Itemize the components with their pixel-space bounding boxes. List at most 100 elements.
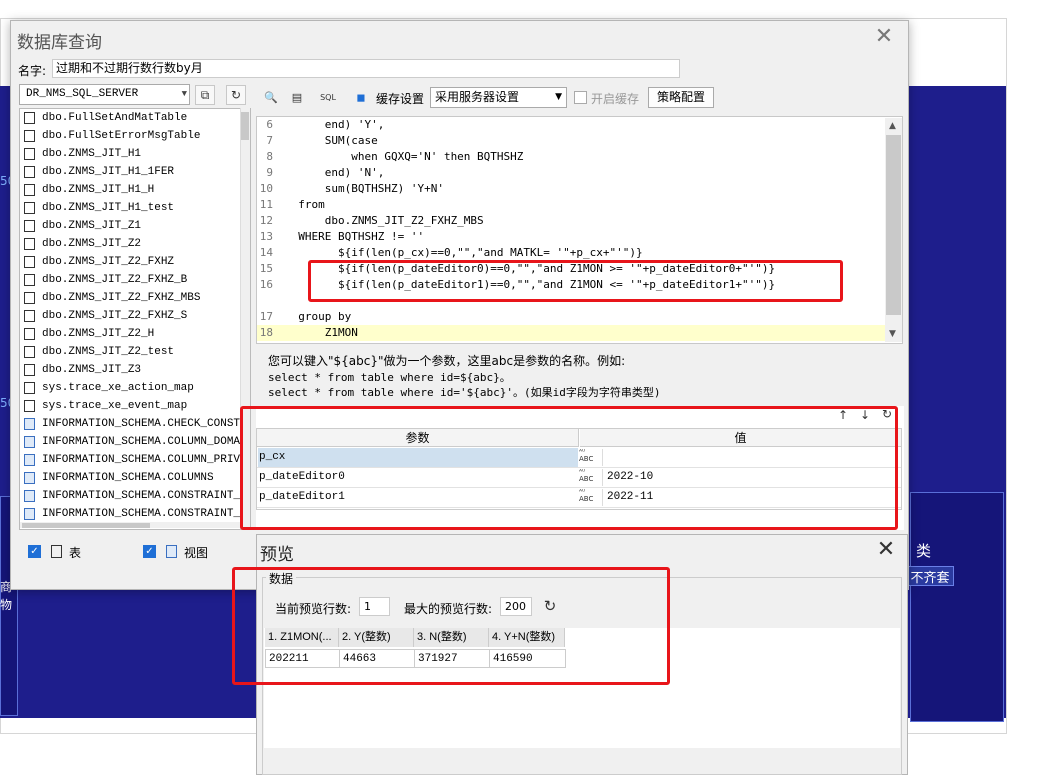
table-icon (51, 545, 62, 558)
list-item[interactable]: dbo.ZNMS_JIT_H1_H (20, 181, 240, 199)
code-text: from (285, 198, 325, 211)
code-line: 17 group by (257, 309, 887, 325)
line-number: 7 (266, 134, 273, 147)
table-icon (24, 274, 35, 286)
list-item[interactable]: sys.trace_xe_action_map (20, 379, 240, 397)
list-item-label: dbo.ZNMS_JIT_Z2_H (42, 328, 155, 340)
save-icon[interactable]: ▤ (289, 90, 305, 106)
show-views-label: 视图 (184, 546, 209, 560)
table-icon (24, 238, 35, 250)
line-number: 11 (259, 198, 273, 211)
code-text: ${if(len(p_cx)==0,"","and MATKL= '"+p_cx… (285, 246, 643, 259)
list-item[interactable]: INFORMATION_SCHEMA.CHECK_CONSTRAI (20, 415, 240, 433)
scrollbar-thumb[interactable] (241, 112, 249, 140)
scrollbar-thumb[interactable] (22, 523, 150, 528)
chevron-down-icon: ▼ (181, 89, 187, 99)
list-item[interactable]: dbo.ZNMS_JIT_H1 (20, 145, 240, 163)
table-icon (24, 184, 35, 196)
list-item[interactable]: dbo.ZNMS_JIT_Z2_H (20, 325, 240, 343)
database-select[interactable]: DR_NMS_SQL_SERVER ▼ (19, 84, 190, 105)
line-number: 6 (266, 118, 273, 131)
parameter-hint-example: select * from table where id='${abc}'。(如… (268, 386, 661, 399)
code-line: 8 when GQXQ='N' then BQTHSHZ (257, 149, 887, 165)
enable-cache-checkbox[interactable] (574, 91, 587, 104)
code-text: dbo.ZNMS_JIT_Z2_FXHZ_MBS (285, 214, 484, 227)
show-views-checkbox[interactable]: ✓ (143, 545, 156, 558)
view-icon (24, 454, 35, 466)
line-number: 17 (259, 310, 273, 323)
preview-icon[interactable]: 🔍 (263, 90, 279, 106)
list-item-label: INFORMATION_SCHEMA.CHECK_CONSTRAI (42, 418, 240, 430)
highlight-box (308, 260, 843, 302)
query-name-input[interactable]: 过期和不过期行数行数by月 (52, 59, 680, 78)
list-item[interactable]: sys.trace_xe_event_map (20, 397, 240, 415)
list-item-label: dbo.ZNMS_JIT_Z2_FXHZ_MBS (42, 292, 201, 304)
list-item[interactable]: INFORMATION_SCHEMA.COLUMNS (20, 469, 240, 487)
code-text: group by (285, 310, 352, 323)
dashboard-category-label: 类 (916, 542, 932, 560)
list-item[interactable]: dbo.ZNMS_JIT_Z2_test (20, 343, 240, 361)
dashboard-incomplete-button[interactable]: 不齐套 (906, 566, 954, 586)
dashboard-panel (910, 492, 1004, 722)
cache-settings-label: 缓存设置 (376, 92, 425, 106)
list-item-label: dbo.ZNMS_JIT_H1_1FER (42, 166, 175, 178)
show-tables-label: 表 (69, 546, 82, 560)
close-icon[interactable]: ✕ (874, 538, 898, 562)
view-icon (24, 508, 35, 520)
line-number: 13 (259, 230, 273, 243)
list-item-label: dbo.ZNMS_JIT_H1 (42, 148, 142, 160)
code-line: 12 dbo.ZNMS_JIT_Z2_FXHZ_MBS (257, 213, 887, 229)
list-item[interactable]: dbo.FullSetErrorMsgTable (20, 127, 240, 145)
enable-cache-label: 开启缓存 (591, 92, 640, 106)
show-tables-checkbox[interactable]: ✓ (28, 545, 41, 558)
scrollbar-thumb[interactable] (886, 135, 901, 315)
list-item-label: INFORMATION_SCHEMA.COLUMN_DOMAIN_ (42, 436, 240, 448)
table-icon (24, 220, 35, 232)
list-item[interactable]: dbo.ZNMS_JIT_Z2_FXHZ_B (20, 271, 240, 289)
highlight-box (240, 406, 898, 530)
list-item[interactable]: INFORMATION_SCHEMA.COLUMN_PRIVILE (20, 451, 240, 469)
list-item-label: dbo.FullSetErrorMsgTable (42, 130, 201, 142)
list-item[interactable]: dbo.ZNMS_JIT_Z1 (20, 217, 240, 235)
code-line: 11 from (257, 197, 887, 213)
list-item[interactable]: INFORMATION_SCHEMA.COLUMN_DOMAIN_ (20, 433, 240, 451)
list-item[interactable]: dbo.ZNMS_JIT_Z2_FXHZ (20, 253, 240, 271)
query-builder-icon[interactable]: ⧉ (195, 85, 215, 105)
scroll-down-icon[interactable]: ▼ (889, 329, 896, 339)
list-item[interactable]: dbo.ZNMS_JIT_Z3 (20, 361, 240, 379)
cache-policy-value: 采用服务器设置 (435, 90, 520, 104)
database-select-value: DR_NMS_SQL_SERVER (26, 88, 139, 100)
close-icon[interactable]: ✕ (872, 25, 896, 49)
list-item[interactable]: dbo.ZNMS_JIT_Z2_FXHZ_MBS (20, 289, 240, 307)
code-text: end) 'Y', (285, 118, 385, 131)
list-item[interactable]: dbo.FullSetAndMatTable (20, 109, 240, 127)
strategy-config-button[interactable]: 策略配置 (648, 87, 714, 108)
list-item-label: dbo.ZNMS_JIT_Z2_FXHZ_B (42, 274, 188, 286)
line-number: 18 (259, 326, 273, 339)
table-icon (24, 328, 35, 340)
table-icon (24, 202, 35, 214)
table-icon (24, 166, 35, 178)
code-text: WHERE BQTHSHZ != '' (285, 230, 425, 243)
list-item[interactable]: INFORMATION_SCHEMA.CONSTRAINT_TAB (20, 505, 240, 523)
line-number: 16 (259, 278, 273, 291)
view-icon (24, 472, 35, 484)
list-item[interactable]: dbo.ZNMS_JIT_Z2_FXHZ_S (20, 307, 240, 325)
scroll-up-icon[interactable]: ▲ (889, 121, 896, 131)
list-item[interactable]: dbo.ZNMS_JIT_H1_test (20, 199, 240, 217)
refresh-icon[interactable]: ↻ (226, 85, 246, 105)
table-icon (24, 292, 35, 304)
list-item-label: INFORMATION_SCHEMA.COLUMN_PRIVILE (42, 454, 240, 466)
list-item[interactable]: dbo.ZNMS_JIT_Z2 (20, 235, 240, 253)
code-line: 9 end) 'N', (257, 165, 887, 181)
list-item-label: dbo.ZNMS_JIT_Z2_test (42, 346, 175, 358)
dashboard-label: 物 (0, 598, 13, 612)
line-number: 8 (266, 150, 273, 163)
list-item-label: dbo.ZNMS_JIT_Z2 (42, 238, 142, 250)
code-line: 7 SUM(case (257, 133, 887, 149)
table-icon (24, 364, 35, 376)
list-item[interactable]: dbo.ZNMS_JIT_H1_1FER (20, 163, 240, 181)
sql-icon[interactable]: SQL (320, 90, 336, 106)
cache-policy-select[interactable]: 采用服务器设置 ▼ (430, 87, 567, 108)
list-item[interactable]: INFORMATION_SCHEMA.CONSTRAINT_COL (20, 487, 240, 505)
